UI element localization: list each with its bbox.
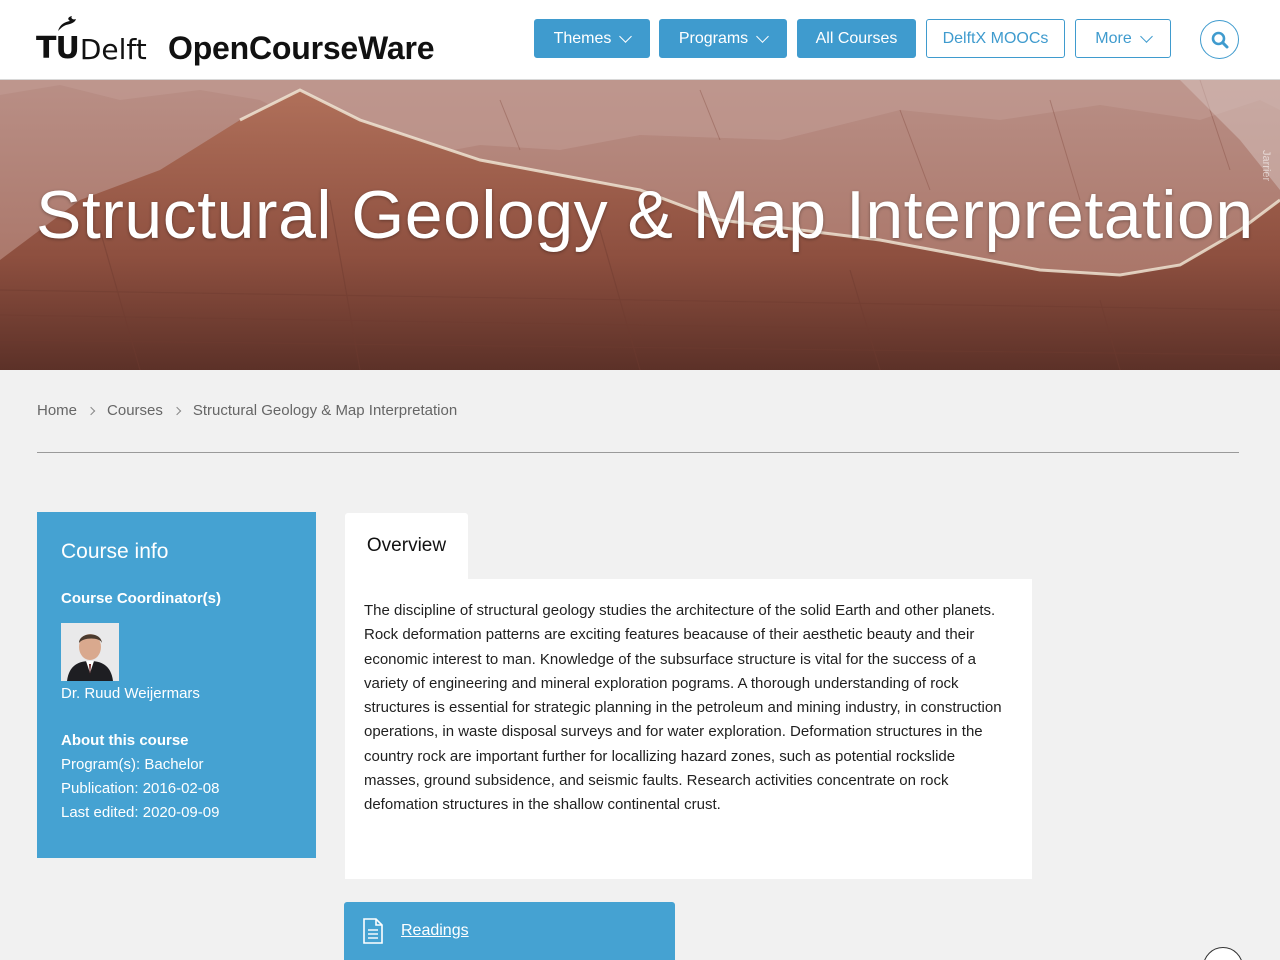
coordinator-avatar[interactable] (61, 623, 119, 681)
search-icon (1211, 31, 1228, 48)
coordinator-photo (61, 623, 119, 681)
tab-overview-label: Overview (366, 535, 447, 556)
course-coordinators-heading: Course Coordinator(s) (61, 590, 222, 607)
tab-overview[interactable]: Overview (345, 513, 468, 579)
programs-label: Programs (678, 29, 749, 47)
flame-icon (58, 16, 76, 31)
overview-text: The discipline of structural geology stu… (364, 602, 1002, 814)
delftx-label: DelftX MOOCs (942, 29, 1049, 47)
breadcrumb-courses-link[interactable]: Courses (107, 402, 163, 419)
breadcrumb-home-link[interactable]: Home (37, 402, 77, 419)
logo-delft-text: Delft (79, 33, 147, 66)
delftx-moocs-button[interactable]: DelftX MOOCs (926, 19, 1065, 58)
course-last-edited: Last edited: 2020-09-09 (61, 804, 220, 821)
readings-link-button[interactable]: Readings (344, 902, 675, 960)
coordinator-name: Dr. Ruud Weijermars (61, 685, 200, 702)
chevron-down-icon (1139, 29, 1153, 43)
site-header: TU Delft OpenCourseWare Themes Programs … (0, 0, 1280, 80)
chevron-down-icon (619, 29, 633, 43)
themes-label: Themes (553, 29, 612, 47)
about-course-heading: About this course (61, 732, 189, 749)
hero-banner: Structural Geology & Map Interpretation … (0, 80, 1280, 370)
more-label: More (1095, 29, 1132, 47)
image-credit: Jarrier (1260, 150, 1272, 182)
breadcrumb: Home Courses Structural Geology & Map In… (37, 402, 457, 419)
programs-menu-button[interactable]: Programs (659, 19, 787, 58)
overview-panel: The discipline of structural geology stu… (345, 579, 1032, 879)
scroll-to-top-button[interactable] (1203, 947, 1243, 960)
breadcrumb-current-link[interactable]: Structural Geology & Map Interpretation (193, 402, 457, 419)
divider (37, 452, 1239, 453)
chevron-right-icon (86, 406, 96, 415)
site-title[interactable]: OpenCourseWare (168, 30, 434, 67)
course-info-title: Course info (61, 540, 169, 563)
search-button[interactable] (1200, 20, 1239, 59)
logo-tu-text: TU (36, 31, 80, 66)
readings-label: Readings (401, 922, 469, 939)
themes-menu-button[interactable]: Themes (534, 19, 650, 58)
tudelft-logo[interactable]: TU Delft (36, 16, 147, 66)
all-courses-label: All Courses (815, 29, 898, 47)
page-title: Structural Geology & Map Interpretation (36, 177, 1254, 253)
chevron-down-icon (756, 29, 770, 43)
all-courses-button[interactable]: All Courses (797, 19, 916, 58)
more-menu-button[interactable]: More (1075, 19, 1171, 58)
course-info-panel: Course info Course Coordinator(s) Dr. Ru… (37, 512, 316, 858)
course-program: Program(s): Bachelor (61, 756, 204, 773)
chevron-right-icon (172, 406, 182, 415)
document-icon (363, 918, 383, 944)
course-publication-date: Publication: 2016-02-08 (61, 780, 220, 797)
